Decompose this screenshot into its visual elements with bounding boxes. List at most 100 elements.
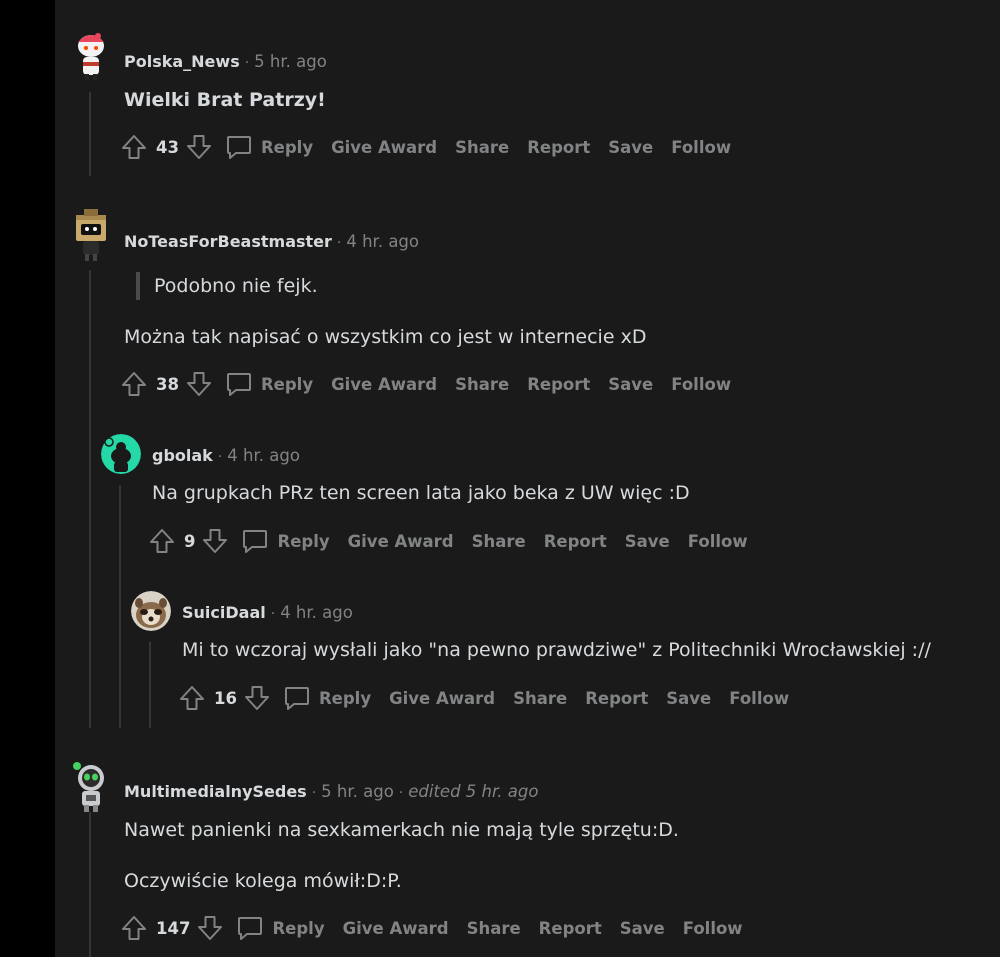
- separator-dot: ·: [217, 449, 223, 465]
- reply-button[interactable]: Reply: [241, 527, 330, 555]
- report-button[interactable]: Report: [539, 919, 602, 938]
- comment-bubble-icon: [243, 530, 268, 553]
- share-button[interactable]: Share: [455, 138, 509, 157]
- reply-label: Reply: [277, 531, 330, 551]
- timestamp[interactable]: 4 hr. ago: [280, 603, 353, 622]
- give-award-button[interactable]: Give Award: [348, 532, 454, 551]
- reply-button[interactable]: Reply: [225, 370, 313, 398]
- author-name[interactable]: MultimedialnySedes: [124, 782, 307, 801]
- author-name[interactable]: SuiciDaal: [182, 603, 266, 622]
- comment-actions: 38 Reply Give Award Share Report Save Fo…: [120, 368, 749, 400]
- share-button[interactable]: Share: [467, 919, 521, 938]
- comment-actions: 147 Reply Give Award Share Report Save F…: [120, 912, 761, 944]
- upvote-icon[interactable]: [120, 132, 148, 162]
- author-name[interactable]: NoTeasForBeastmaster: [124, 232, 332, 251]
- follow-button[interactable]: Follow: [671, 375, 731, 394]
- share-button[interactable]: Share: [472, 532, 526, 551]
- thread-line[interactable]: [119, 485, 121, 728]
- save-button[interactable]: Save: [666, 689, 711, 708]
- comment-body: Można tak napisać o wszystkim co jest w …: [124, 326, 647, 348]
- report-button[interactable]: Report: [527, 375, 590, 394]
- follow-button[interactable]: Follow: [688, 532, 748, 551]
- comment-body: Wielki Brat Patrzy!: [124, 89, 326, 111]
- avatar[interactable]: [70, 30, 112, 80]
- comment-body: Nawet panienki na sexkamerkach nie mają …: [124, 819, 679, 841]
- comment-meta: SuiciDaal · 4 hr. ago: [182, 603, 353, 622]
- comment-bubble-icon: [226, 136, 251, 159]
- report-button[interactable]: Report: [585, 689, 648, 708]
- comment-bubble-icon: [284, 687, 309, 710]
- comment-bubble-icon: [226, 373, 251, 396]
- reply-label: Reply: [318, 688, 372, 708]
- save-button[interactable]: Save: [620, 919, 665, 938]
- follow-button[interactable]: Follow: [671, 138, 731, 157]
- timestamp[interactable]: 5 hr. ago: [321, 782, 394, 801]
- comment-meta: NoTeasForBeastmaster · 4 hr. ago: [124, 232, 419, 251]
- thread-line[interactable]: [149, 642, 151, 728]
- vote-score: 9: [184, 531, 196, 551]
- reply-button[interactable]: Reply: [236, 914, 325, 942]
- thread-line[interactable]: [89, 92, 91, 176]
- vote-score: 38: [156, 374, 179, 394]
- downvote-icon[interactable]: [185, 132, 213, 162]
- avatar[interactable]: [101, 434, 141, 474]
- reply-button[interactable]: Reply: [225, 133, 313, 161]
- downvote-icon[interactable]: [196, 913, 224, 943]
- timestamp[interactable]: 4 hr. ago: [346, 232, 419, 251]
- comment-meta: gbolak · 4 hr. ago: [152, 446, 300, 465]
- report-button[interactable]: Report: [527, 138, 590, 157]
- comment-body: Mi to wczoraj wysłali jako "na pewno pra…: [182, 639, 931, 661]
- thread-line[interactable]: [89, 812, 91, 957]
- reply-label: Reply: [272, 918, 325, 938]
- comment-actions: 9 Reply Give Award Share Report Save Fol…: [148, 525, 766, 557]
- separator-dot: ·: [270, 606, 276, 622]
- comment-bubble-icon: [238, 917, 263, 940]
- vote-score: 16: [214, 688, 237, 708]
- comment-body: Na grupkach PRz ten screen lata jako bek…: [152, 482, 690, 504]
- comment-meta: Polska_News · 5 hr. ago: [124, 52, 327, 71]
- left-gutter: [0, 0, 55, 957]
- timestamp[interactable]: 5 hr. ago: [254, 52, 327, 71]
- give-award-button[interactable]: Give Award: [331, 375, 437, 394]
- comment-meta: MultimedialnySedes · 5 hr. ago · edited …: [124, 782, 538, 801]
- edited-label: edited 5 hr. ago: [408, 782, 539, 801]
- share-button[interactable]: Share: [455, 375, 509, 394]
- author-name[interactable]: gbolak: [152, 446, 213, 465]
- downvote-icon[interactable]: [243, 683, 271, 713]
- avatar[interactable]: [70, 760, 112, 812]
- reply-button[interactable]: Reply: [283, 684, 371, 712]
- blockquote: Podobno nie fejk.: [136, 272, 318, 300]
- comment-actions: 43 Reply Give Award Share Report Save Fo…: [120, 131, 749, 163]
- vote-score: 147: [156, 918, 191, 938]
- upvote-icon[interactable]: [178, 683, 206, 713]
- report-button[interactable]: Report: [544, 532, 607, 551]
- avatar[interactable]: [131, 591, 171, 631]
- author-name[interactable]: Polska_News: [124, 52, 240, 71]
- give-award-button[interactable]: Give Award: [389, 689, 495, 708]
- downvote-icon[interactable]: [185, 369, 213, 399]
- avatar[interactable]: [70, 209, 112, 261]
- comment-body-line-2: Oczywiście kolega mówił:D:P.: [124, 870, 402, 892]
- share-button[interactable]: Share: [513, 689, 567, 708]
- give-award-button[interactable]: Give Award: [331, 138, 437, 157]
- reply-label: Reply: [260, 137, 314, 157]
- downvote-icon[interactable]: [201, 526, 229, 556]
- separator-dot: ·: [311, 785, 317, 801]
- comment-actions: 16 Reply Give Award Share Report Save Fo…: [178, 682, 807, 714]
- give-award-button[interactable]: Give Award: [343, 919, 449, 938]
- upvote-icon[interactable]: [148, 526, 176, 556]
- thread-line[interactable]: [89, 270, 91, 728]
- follow-button[interactable]: Follow: [683, 919, 743, 938]
- upvote-icon[interactable]: [120, 369, 148, 399]
- separator-dot: ·: [244, 55, 250, 71]
- follow-button[interactable]: Follow: [729, 689, 789, 708]
- save-button[interactable]: Save: [625, 532, 670, 551]
- upvote-icon[interactable]: [120, 913, 148, 943]
- separator-dot: ·: [398, 785, 404, 801]
- timestamp[interactable]: 4 hr. ago: [227, 446, 300, 465]
- vote-score: 43: [156, 137, 179, 157]
- save-button[interactable]: Save: [608, 375, 653, 394]
- reply-label: Reply: [260, 374, 314, 394]
- separator-dot: ·: [336, 235, 342, 251]
- save-button[interactable]: Save: [608, 138, 653, 157]
